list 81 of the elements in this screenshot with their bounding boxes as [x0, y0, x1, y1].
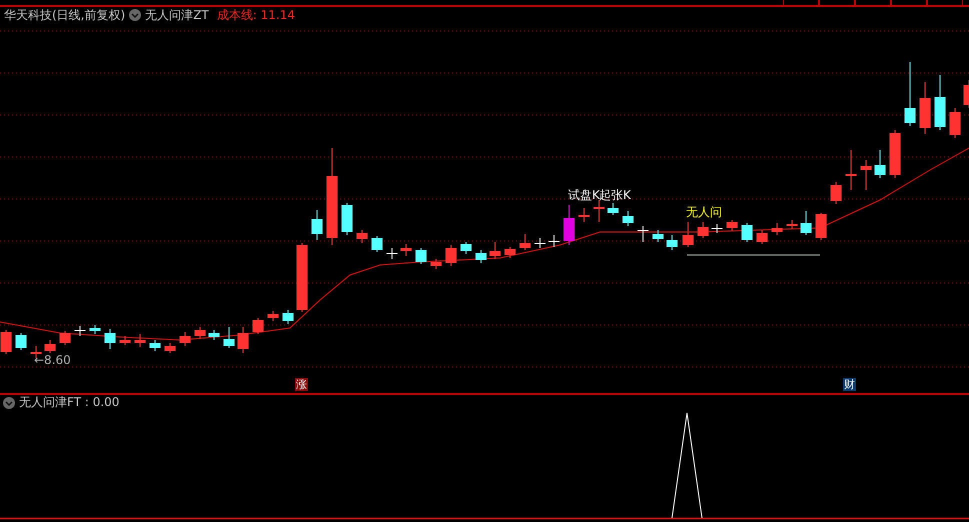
chart-annotation: 试盘K	[568, 188, 600, 202]
candlestick	[0, 330, 12, 354]
sub-indicator-label: 无人问津FT : 0.00	[19, 394, 120, 411]
candlestick	[446, 244, 456, 266]
candlestick	[594, 200, 604, 222]
candlestick	[964, 80, 969, 108]
candlestick	[950, 108, 960, 138]
candlestick	[800, 210, 812, 236]
candlestick	[698, 222, 708, 238]
candlestick	[238, 326, 248, 354]
low-price-marker: ←8.60	[34, 353, 71, 367]
candlestick	[224, 326, 234, 348]
candlestick	[846, 150, 856, 190]
candlestick	[120, 336, 130, 346]
candlestick	[208, 330, 220, 340]
candlestick	[252, 318, 264, 334]
candlestick	[830, 182, 842, 204]
candlestick	[296, 242, 308, 312]
candlestick	[726, 220, 738, 232]
candlestick	[460, 242, 472, 254]
candlestick	[268, 310, 278, 322]
candlestick	[194, 326, 206, 340]
candlestick	[476, 250, 486, 264]
candlestick	[386, 248, 398, 260]
candlestick	[712, 224, 722, 234]
candlestick	[430, 258, 442, 270]
chart-annotation: 无人问	[686, 205, 722, 219]
candlestick	[180, 332, 190, 346]
candlestick	[816, 212, 826, 240]
candlestick	[772, 222, 782, 236]
event-badge[interactable]: 涨	[295, 378, 308, 391]
candlestick	[860, 160, 872, 190]
toolbar-tab[interactable]	[927, 0, 963, 5]
candlestick	[874, 150, 886, 178]
candlestick	[150, 340, 160, 352]
candlestick	[16, 332, 26, 350]
candlestick	[534, 238, 546, 248]
cost-line-value: 成本线: 11.14	[216, 6, 295, 24]
candlestick	[920, 82, 930, 134]
event-badge[interactable]: 财	[843, 378, 856, 391]
toolbar-tab[interactable]	[819, 0, 855, 5]
candlestick	[904, 62, 916, 126]
candlestick	[90, 324, 100, 334]
dropdown-icon[interactable]	[129, 9, 142, 21]
candlestick	[504, 246, 516, 258]
candlestick	[520, 234, 530, 250]
candlestick	[44, 340, 56, 354]
indicator-name: 无人问津ZT	[145, 6, 209, 24]
candlestick	[356, 230, 368, 244]
candlestick	[622, 210, 634, 226]
candlestick	[342, 202, 352, 236]
toolbar-tab[interactable]	[783, 0, 819, 5]
candlestick	[742, 222, 752, 242]
stock-title: 华天科技(日线,前复权)	[4, 6, 126, 24]
candlestick	[578, 208, 590, 222]
candlestick	[164, 342, 176, 354]
candlestick	[400, 244, 412, 256]
chart-annotation: 起张K	[599, 188, 631, 202]
candlestick	[372, 236, 382, 252]
candlestick	[416, 248, 426, 264]
candlestick	[548, 234, 560, 248]
toolbar-tab[interactable]	[891, 0, 927, 5]
candlestick	[666, 234, 678, 250]
candlestick	[652, 230, 664, 242]
candlestick	[756, 230, 768, 244]
candlestick	[74, 326, 86, 336]
candlestick	[786, 220, 798, 230]
candlestick	[638, 226, 648, 242]
candlestick	[890, 130, 900, 178]
candlestick	[104, 328, 116, 350]
dropdown-icon[interactable]	[3, 396, 15, 408]
candlestick	[490, 242, 500, 260]
toolbar-tab[interactable]	[855, 0, 891, 5]
candlestick	[282, 310, 294, 324]
candlestick	[934, 74, 946, 130]
candlestick	[682, 222, 694, 248]
candlestick	[312, 210, 322, 240]
candlestick	[608, 202, 618, 216]
candlestick	[564, 204, 574, 246]
candlestick	[134, 334, 146, 348]
candlestick	[60, 330, 70, 346]
